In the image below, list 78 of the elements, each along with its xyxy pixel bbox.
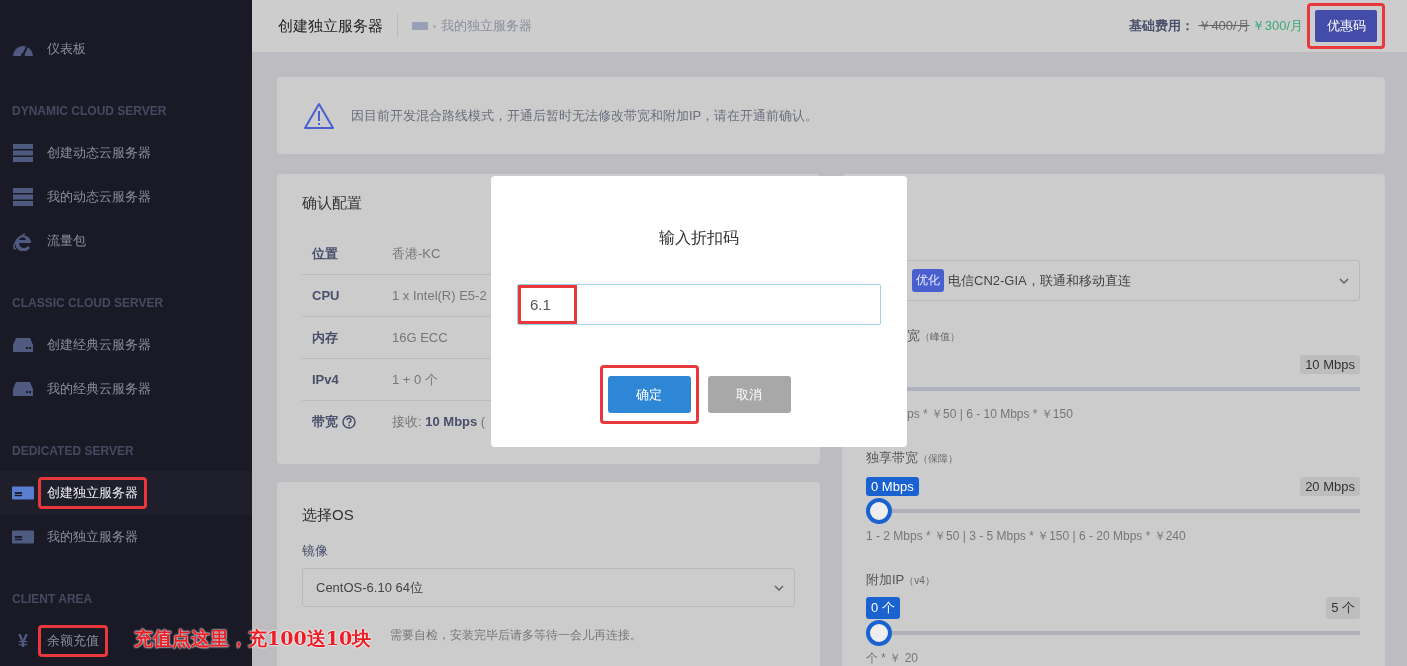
yen-icon: ¥ bbox=[18, 630, 28, 652]
section-heading: DEDICATED SERVER bbox=[11, 443, 135, 460]
dialog-title: 输入折扣码 bbox=[659, 228, 739, 248]
spec-label: CPU bbox=[312, 288, 340, 303]
max-badge: 5 个 bbox=[1326, 597, 1360, 619]
section-heading: DYNAMIC CLOUD SERVER bbox=[11, 103, 168, 120]
coupon-button[interactable]: 优惠码 bbox=[1315, 10, 1377, 42]
notice-text: 因目前开发混合路线模式，开通后暂时无法修改带宽和附加IP，请在开通前确认。 bbox=[351, 106, 819, 125]
price-tiers: ps * ￥50 | 6 - 10 Mbps * ￥150 bbox=[906, 406, 1074, 423]
discount-code-field[interactable]: 6.1 bbox=[517, 284, 881, 325]
value-bubble: 0 个 bbox=[866, 597, 900, 619]
slider-thumb[interactable] bbox=[866, 498, 892, 524]
select-value: CentOS-6.10 64位 bbox=[316, 578, 423, 597]
chevron-down-icon bbox=[1339, 277, 1349, 284]
confirm-button[interactable]: 确定 bbox=[607, 376, 691, 413]
spec-value: 1 + 0 个 bbox=[392, 371, 438, 387]
route-tag: 优化 bbox=[912, 269, 944, 292]
spec-value: 接收: 10 Mbps ( bbox=[392, 413, 486, 429]
slider-hint: （峰值） bbox=[920, 331, 960, 342]
spec-label: IPv4 bbox=[312, 372, 339, 387]
server-card-icon bbox=[12, 486, 34, 500]
spec-value: 1 x Intel(R) E5-2 bbox=[392, 288, 487, 303]
spec-label: 内存 bbox=[312, 328, 338, 347]
spec-label: 位置 bbox=[312, 244, 338, 263]
sidebar-label: 流量包 bbox=[47, 232, 86, 250]
spec-label: 带宽 bbox=[312, 412, 338, 431]
slider-label: 附加IP bbox=[866, 572, 905, 587]
page-title: 创建独立服务器 bbox=[278, 16, 383, 36]
old-price: ￥400/月 bbox=[1198, 17, 1250, 35]
slider-thumb[interactable] bbox=[866, 620, 892, 646]
sidebar-label: 余额充值 bbox=[47, 632, 99, 650]
sidebar-label: 创建独立服务器 bbox=[47, 484, 138, 502]
sidebar-label: 仪表板 bbox=[47, 40, 86, 58]
section-heading: CLIENT AREA bbox=[11, 591, 94, 608]
sidebar-label: 我的动态云服务器 bbox=[47, 188, 151, 206]
fee-label: 基础费用： bbox=[1129, 17, 1195, 35]
chevron-down-icon bbox=[774, 584, 784, 591]
help-icon bbox=[342, 414, 356, 429]
card-title: 选择OS bbox=[302, 506, 355, 525]
sidebar-item[interactable]: 仪表板 bbox=[0, 27, 94, 71]
sidebar-label: 我的独立服务器 bbox=[47, 528, 138, 546]
browser-e-icon bbox=[13, 231, 33, 251]
sidebar-label: 创建动态云服务器 bbox=[47, 144, 151, 162]
max-badge: 20 Mbps bbox=[1300, 476, 1360, 496]
sidebar-item[interactable]: 我的动态云服务器 bbox=[0, 175, 159, 219]
sidebar-label: 我的经典云服务器 bbox=[47, 380, 151, 398]
image-select[interactable]: CentOS-6.10 64位 bbox=[302, 568, 795, 607]
server-card-icon bbox=[12, 530, 34, 544]
slider-hint: （保障） bbox=[918, 453, 958, 464]
os-note: 需要自检，安装完毕后请多等待一会儿再连接。 bbox=[390, 627, 642, 644]
sidebar-item[interactable]: 创建动态云服务器 bbox=[0, 131, 159, 175]
new-price: ￥300/月 bbox=[1251, 17, 1303, 35]
sidebar-label: 创建经典云服务器 bbox=[47, 336, 151, 354]
slider-label: 宽 bbox=[907, 328, 920, 343]
sidebar-item[interactable]: 创建独立服务器 bbox=[0, 471, 252, 515]
server-card-icon bbox=[412, 22, 428, 30]
card-title: 确认配置 bbox=[302, 194, 363, 213]
slider-hint: （v4） bbox=[904, 575, 935, 586]
server-stack-icon bbox=[12, 188, 34, 206]
sidebar-item[interactable]: 流量包 bbox=[0, 219, 94, 263]
slider-label: 独享带宽 bbox=[866, 450, 918, 465]
section-heading: CLASSIC CLOUD SERVER bbox=[11, 295, 165, 312]
spec-value: 16G ECC bbox=[392, 330, 448, 345]
sidebar-item[interactable]: 我的独立服务器 bbox=[0, 515, 146, 559]
hard-drive-icon bbox=[12, 337, 34, 353]
value-bubble: 0 Mbps bbox=[866, 476, 919, 496]
max-badge: 10 Mbps bbox=[1300, 354, 1360, 374]
server-stack-icon bbox=[12, 144, 34, 162]
warning-icon bbox=[303, 101, 335, 130]
sidebar-item[interactable]: ¥ 余额充值 bbox=[0, 619, 116, 663]
price-tiers: 个 * ￥ 20 bbox=[866, 650, 920, 666]
sidebar-item[interactable]: 我的经典云服务器 bbox=[0, 367, 159, 411]
hard-drive-icon bbox=[12, 381, 34, 397]
spec-value: 香港-KC bbox=[392, 245, 441, 261]
sidebar-item[interactable]: 创建经典云服务器 bbox=[0, 323, 159, 367]
field-label: 镜像 bbox=[302, 542, 329, 560]
route-text: 电信CN2-GIA，联通和移动直连 bbox=[948, 271, 1131, 290]
price-tiers: 1 - 2 Mbps * ￥50 | 3 - 5 Mbps * ￥150 | 6 - 20 Mbps * ￥240 bbox=[866, 528, 1187, 545]
